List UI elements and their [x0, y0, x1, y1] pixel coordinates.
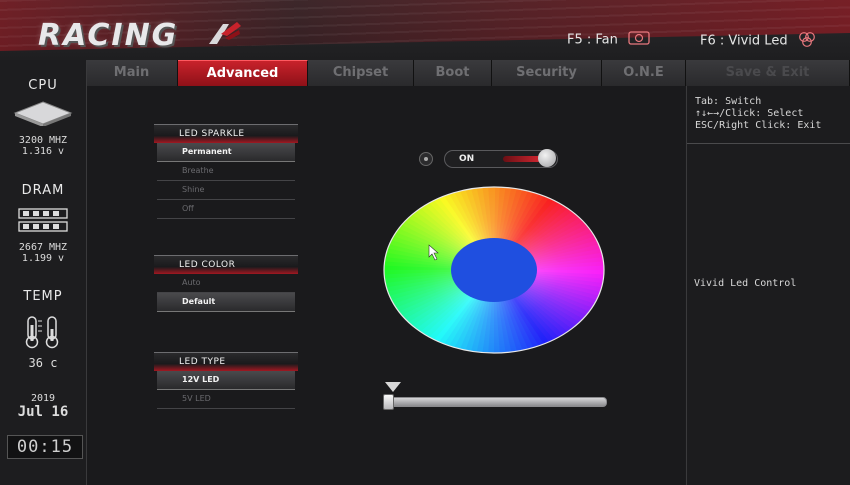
cpu-frequency: 3200 MHZ	[18, 135, 68, 146]
fan-hotkey-label: F5 : Fan	[567, 32, 618, 48]
thermometer-icon	[25, 316, 59, 349]
fan-icon	[628, 31, 650, 49]
help-panel: Tab: Switch ↑↓←→/Click: Select ESC/Right…	[686, 86, 850, 485]
color-wheel-center[interactable]	[451, 238, 537, 302]
led-sparkle-title: LED SPARKLE	[154, 124, 298, 143]
brightness-slider[interactable]	[383, 382, 607, 412]
tab-main[interactable]: Main	[86, 60, 178, 86]
led-sparkle-option-off[interactable]: Off	[157, 200, 295, 219]
help-description: Vivid Led Control	[694, 278, 797, 289]
help-tab-switch: Tab: Switch	[695, 96, 762, 107]
led-power-label: ON	[459, 154, 475, 164]
led-type-group: LED TYPE 12V LED 5V LED	[154, 352, 298, 409]
cpu-label: CPU	[28, 78, 58, 93]
help-select: ↑↓←→/Click: Select	[695, 108, 804, 119]
cpu-voltage: 1.316 v	[21, 146, 65, 157]
clock-display: 00:15	[7, 435, 83, 459]
dram-label: DRAM	[21, 183, 65, 198]
system-status-sidebar: CPU 3200 MHZ 1.316 v DRAM 2667 MHZ 1.199…	[0, 60, 87, 485]
help-divider	[687, 143, 850, 144]
date-year: 2019	[30, 393, 56, 404]
led-icon	[798, 31, 816, 51]
dram-frequency: 2667 MHZ	[18, 242, 68, 253]
led-color-option-default[interactable]: Default	[157, 293, 295, 312]
bios-header: RACING F5 : Fan F6 : Vivid Led	[0, 0, 850, 60]
memory-module-icon	[18, 208, 68, 232]
cpu-chip-icon	[13, 101, 73, 126]
led-sparkle-option-permanent[interactable]: Permanent	[157, 143, 295, 162]
racing-logo-mark-icon	[209, 22, 241, 44]
led-color-title: LED COLOR	[154, 255, 298, 274]
led-sparkle-group: LED SPARKLE Permanent Breathe Shine Off	[154, 124, 298, 219]
color-wheel[interactable]	[383, 186, 605, 354]
tab-advanced[interactable]: Advanced	[178, 60, 308, 86]
racing-logo: RACING	[38, 18, 179, 53]
tab-chipset[interactable]: Chipset	[308, 60, 414, 86]
tab-save-exit[interactable]: Save & Exit	[686, 60, 850, 86]
main-tab-bar: Main Advanced Chipset Boot Security O.N.…	[86, 60, 850, 86]
help-exit: ESC/Right Click: Exit	[695, 120, 822, 131]
slider-marker-icon	[385, 382, 401, 392]
tab-security[interactable]: Security	[492, 60, 602, 86]
temperature-value: 36 c	[28, 356, 58, 370]
temp-label: TEMP	[23, 289, 63, 304]
slider-track[interactable]	[383, 397, 607, 407]
tab-one[interactable]: O.N.E	[602, 60, 686, 86]
led-sparkle-option-breathe[interactable]: Breathe	[157, 162, 295, 181]
vivid-led-hotkey-label: F6 : Vivid Led	[700, 33, 788, 49]
slider-thumb[interactable]	[383, 394, 394, 410]
led-power-toggle[interactable]: ON	[419, 149, 559, 168]
led-type-option-5v[interactable]: 5V LED	[157, 390, 295, 409]
color-wheel-graphic[interactable]	[383, 186, 605, 354]
dram-voltage: 1.199 v	[21, 253, 65, 264]
vivid-led-hotkey[interactable]: F6 : Vivid Led	[700, 31, 816, 51]
led-type-option-12v[interactable]: 12V LED	[157, 371, 295, 390]
led-color-option-auto[interactable]: Auto	[157, 274, 295, 293]
led-color-group: LED COLOR Auto Default	[154, 255, 298, 312]
fan-hotkey[interactable]: F5 : Fan	[567, 31, 650, 49]
led-type-title: LED TYPE	[154, 352, 298, 371]
vivid-led-panel: LED SPARKLE Permanent Breathe Shine Off …	[87, 86, 685, 485]
date-day: Jul 16	[17, 404, 69, 420]
switch-knob[interactable]	[538, 149, 556, 167]
led-power-switch[interactable]: ON	[444, 149, 558, 168]
led-sparkle-option-shine[interactable]: Shine	[157, 181, 295, 200]
switch-track-fill	[503, 156, 541, 162]
led-power-radio[interactable]	[419, 152, 433, 166]
tab-boot[interactable]: Boot	[414, 60, 492, 86]
